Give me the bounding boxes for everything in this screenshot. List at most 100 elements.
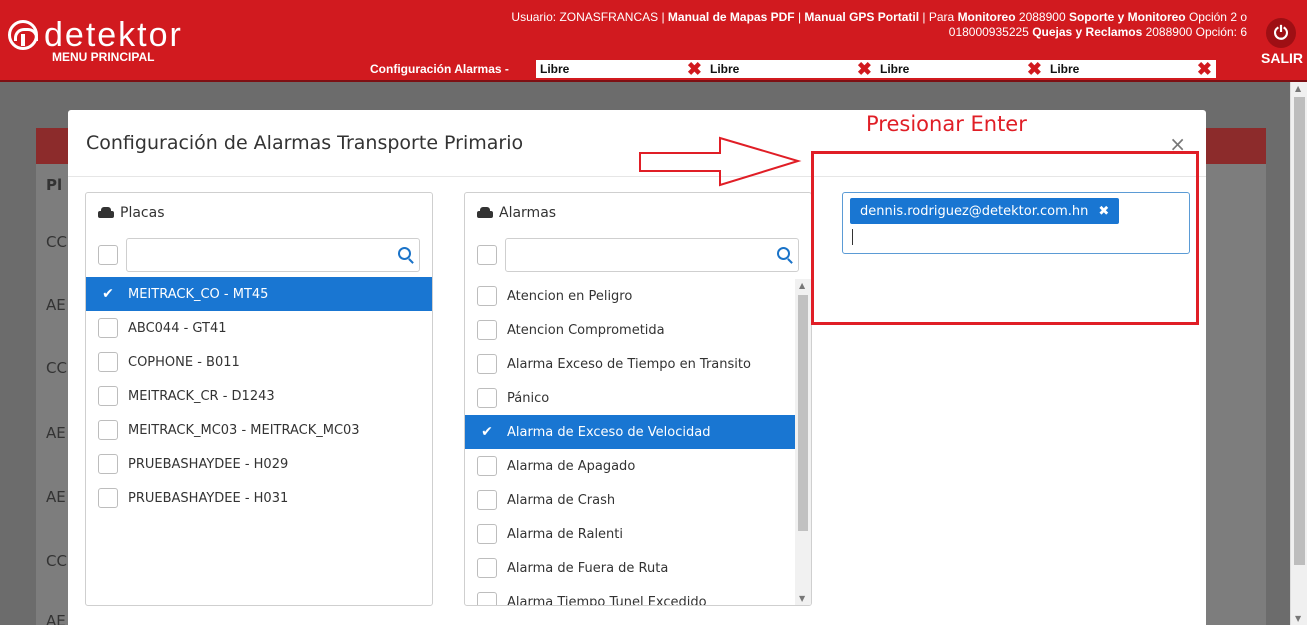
background-row: AE <box>46 612 66 625</box>
tab-configuracion-alarmas[interactable]: Configuración Alarmas - <box>370 62 536 76</box>
alarmas-list: Atencion en Peligro Atencion Comprometida… <box>465 279 811 605</box>
alarmas-title: Alarmas <box>499 205 557 221</box>
item-checkbox[interactable] <box>98 386 118 406</box>
alarmas-search-input[interactable] <box>506 239 798 271</box>
placas-list: ✔ MEITRACK_CO - MT45 ABC044 - GT41 COPHONE … <box>86 277 432 515</box>
item-checkbox[interactable] <box>477 286 497 306</box>
check-icon[interactable]: ✔ <box>477 422 497 442</box>
alarmas-search-box <box>505 238 799 272</box>
background-row: AE <box>46 488 66 506</box>
list-item[interactable]: MEITRACK_CR - D1243 <box>86 379 432 413</box>
page-scroll-thumb[interactable] <box>1294 97 1305 565</box>
para-text: | Para <box>919 10 958 24</box>
scroll-up-icon[interactable]: ▲ <box>1295 84 1301 93</box>
close-icon[interactable]: ✖ <box>1197 60 1212 78</box>
monitoreo-number: 2088900 <box>1015 10 1069 24</box>
item-checkbox[interactable] <box>477 524 497 544</box>
alarmas-scrollbar[interactable]: ▲ ▼ <box>795 279 811 605</box>
item-checkbox[interactable] <box>477 490 497 510</box>
modal-title: Configuración de Alarmas Transporte Prim… <box>86 132 524 154</box>
list-item[interactable]: Alarma de Apagado <box>465 449 811 483</box>
list-item[interactable]: ✔ Alarma de Exceso de Velocidad <box>465 415 811 449</box>
opcion-text: Opción 2 o <box>1185 10 1247 24</box>
list-item-label: ABC044 - GT41 <box>128 320 227 336</box>
list-item-label: Alarma de Apagado <box>507 458 636 474</box>
placas-select-all-checkbox[interactable] <box>98 245 118 265</box>
item-checkbox[interactable] <box>98 420 118 440</box>
placas-search-input[interactable] <box>127 239 419 271</box>
detektor-logo[interactable]: detektor <box>8 16 183 54</box>
list-item[interactable]: PRUEBASHAYDEE - H029 <box>86 447 432 481</box>
scroll-down-icon[interactable]: ▼ <box>1295 614 1301 623</box>
background-row: CC <box>46 233 67 251</box>
user-label: Usuario: ZONASFRANCAS | <box>511 10 668 24</box>
list-item-label: Alarma de Ralenti <box>507 526 624 542</box>
list-item[interactable]: Alarma de Ralenti <box>465 517 811 551</box>
list-item-label: Alarma Tiempo Tunel Excedido <box>507 594 707 606</box>
close-icon[interactable]: ✖ <box>687 60 702 78</box>
annotation-text: Presionar Enter <box>866 112 1027 136</box>
list-item[interactable]: Alarma de Crash <box>465 483 811 517</box>
page-scrollbar[interactable]: ▲ ▼ <box>1290 82 1307 625</box>
alarmas-select-all-checkbox[interactable] <box>477 245 497 265</box>
manual-gps-link[interactable]: Manual GPS Portatil <box>804 10 919 24</box>
search-icon[interactable] <box>777 247 790 260</box>
placas-search-row <box>86 233 432 277</box>
list-item[interactable]: Atencion en Peligro <box>465 279 811 313</box>
item-checkbox[interactable] <box>98 488 118 508</box>
alarm-tabs: Configuración Alarmas - Libre ✖ Libre ✖ Li… <box>370 59 1216 79</box>
soporte-label: Soporte y Monitoreo <box>1068 10 1186 24</box>
background-row: CC <box>46 552 67 570</box>
list-item[interactable]: Atencion Comprometida <box>465 313 811 347</box>
list-item[interactable]: MEITRACK_MC03 - MEITRACK_MC03 <box>86 413 432 447</box>
placas-search-box <box>126 238 420 272</box>
list-item-label: Pánico <box>507 390 550 406</box>
manual-mapas-link[interactable]: Manual de Mapas PDF <box>668 10 795 24</box>
item-checkbox[interactable] <box>477 456 497 476</box>
tab-slot-label: Libre <box>1050 62 1080 76</box>
list-item[interactable]: PRUEBASHAYDEE - H031 <box>86 481 432 515</box>
list-item[interactable]: Alarma Exceso de Tiempo en Transito <box>465 347 811 381</box>
list-item[interactable]: Alarma Tiempo Tunel Excedido <box>465 585 811 605</box>
item-checkbox[interactable] <box>98 454 118 474</box>
power-icon: ⏻ <box>1266 18 1296 48</box>
item-checkbox[interactable] <box>477 354 497 374</box>
item-checkbox[interactable] <box>98 352 118 372</box>
list-item-label: Atencion Comprometida <box>507 322 665 338</box>
alarmas-panel: Alarmas Atencion en Peligro Atencion Comp… <box>464 192 812 606</box>
list-item-label: PRUEBASHAYDEE - H029 <box>128 456 289 472</box>
list-item[interactable]: Alarma de Fuera de Ruta <box>465 551 811 585</box>
close-icon[interactable]: ✖ <box>1027 60 1042 78</box>
item-checkbox[interactable] <box>477 320 497 340</box>
quejas-label: Quejas y Reclamos <box>1032 25 1143 39</box>
search-icon[interactable] <box>398 247 411 260</box>
tab-slot-2[interactable]: Libre ✖ <box>706 60 876 78</box>
list-item[interactable]: ABC044 - GT41 <box>86 311 432 345</box>
list-item[interactable]: Pánico <box>465 381 811 415</box>
list-item-label: Alarma de Fuera de Ruta <box>507 560 669 576</box>
separator: | <box>794 10 805 24</box>
list-item[interactable]: COPHONE - B011 <box>86 345 432 379</box>
tab-slot-3[interactable]: Libre ✖ <box>876 60 1046 78</box>
close-icon[interactable]: ✖ <box>857 60 872 78</box>
list-item-label: Alarma Exceso de Tiempo en Transito <box>507 356 751 372</box>
item-checkbox[interactable] <box>98 318 118 338</box>
alarmas-scroll-thumb[interactable] <box>798 295 808 531</box>
check-icon[interactable]: ✔ <box>98 284 118 304</box>
list-item-label: MEITRACK_CO - MT45 <box>128 286 269 302</box>
menu-principal-link[interactable]: MENU PRINCIPAL <box>52 50 154 64</box>
item-checkbox[interactable] <box>477 558 497 578</box>
logout-button[interactable]: ⏻ SALIR <box>1261 18 1303 66</box>
tab-slot-1[interactable]: Libre ✖ <box>536 60 706 78</box>
item-checkbox[interactable] <box>477 388 497 408</box>
item-checkbox[interactable] <box>477 592 497 605</box>
scroll-up-icon[interactable]: ▲ <box>799 281 805 290</box>
logo-text: detektor <box>44 16 183 54</box>
user-info: Usuario: ZONASFRANCAS | Manual de Mapas … <box>447 10 1247 40</box>
list-item-label: PRUEBASHAYDEE - H031 <box>128 490 289 506</box>
list-item-label: Alarma de Exceso de Velocidad <box>507 424 711 440</box>
list-item[interactable]: ✔ MEITRACK_CO - MT45 <box>86 277 432 311</box>
tab-slot-4[interactable]: Libre ✖ <box>1046 60 1216 78</box>
background-row: CC <box>46 359 67 377</box>
scroll-down-icon[interactable]: ▼ <box>799 594 805 603</box>
